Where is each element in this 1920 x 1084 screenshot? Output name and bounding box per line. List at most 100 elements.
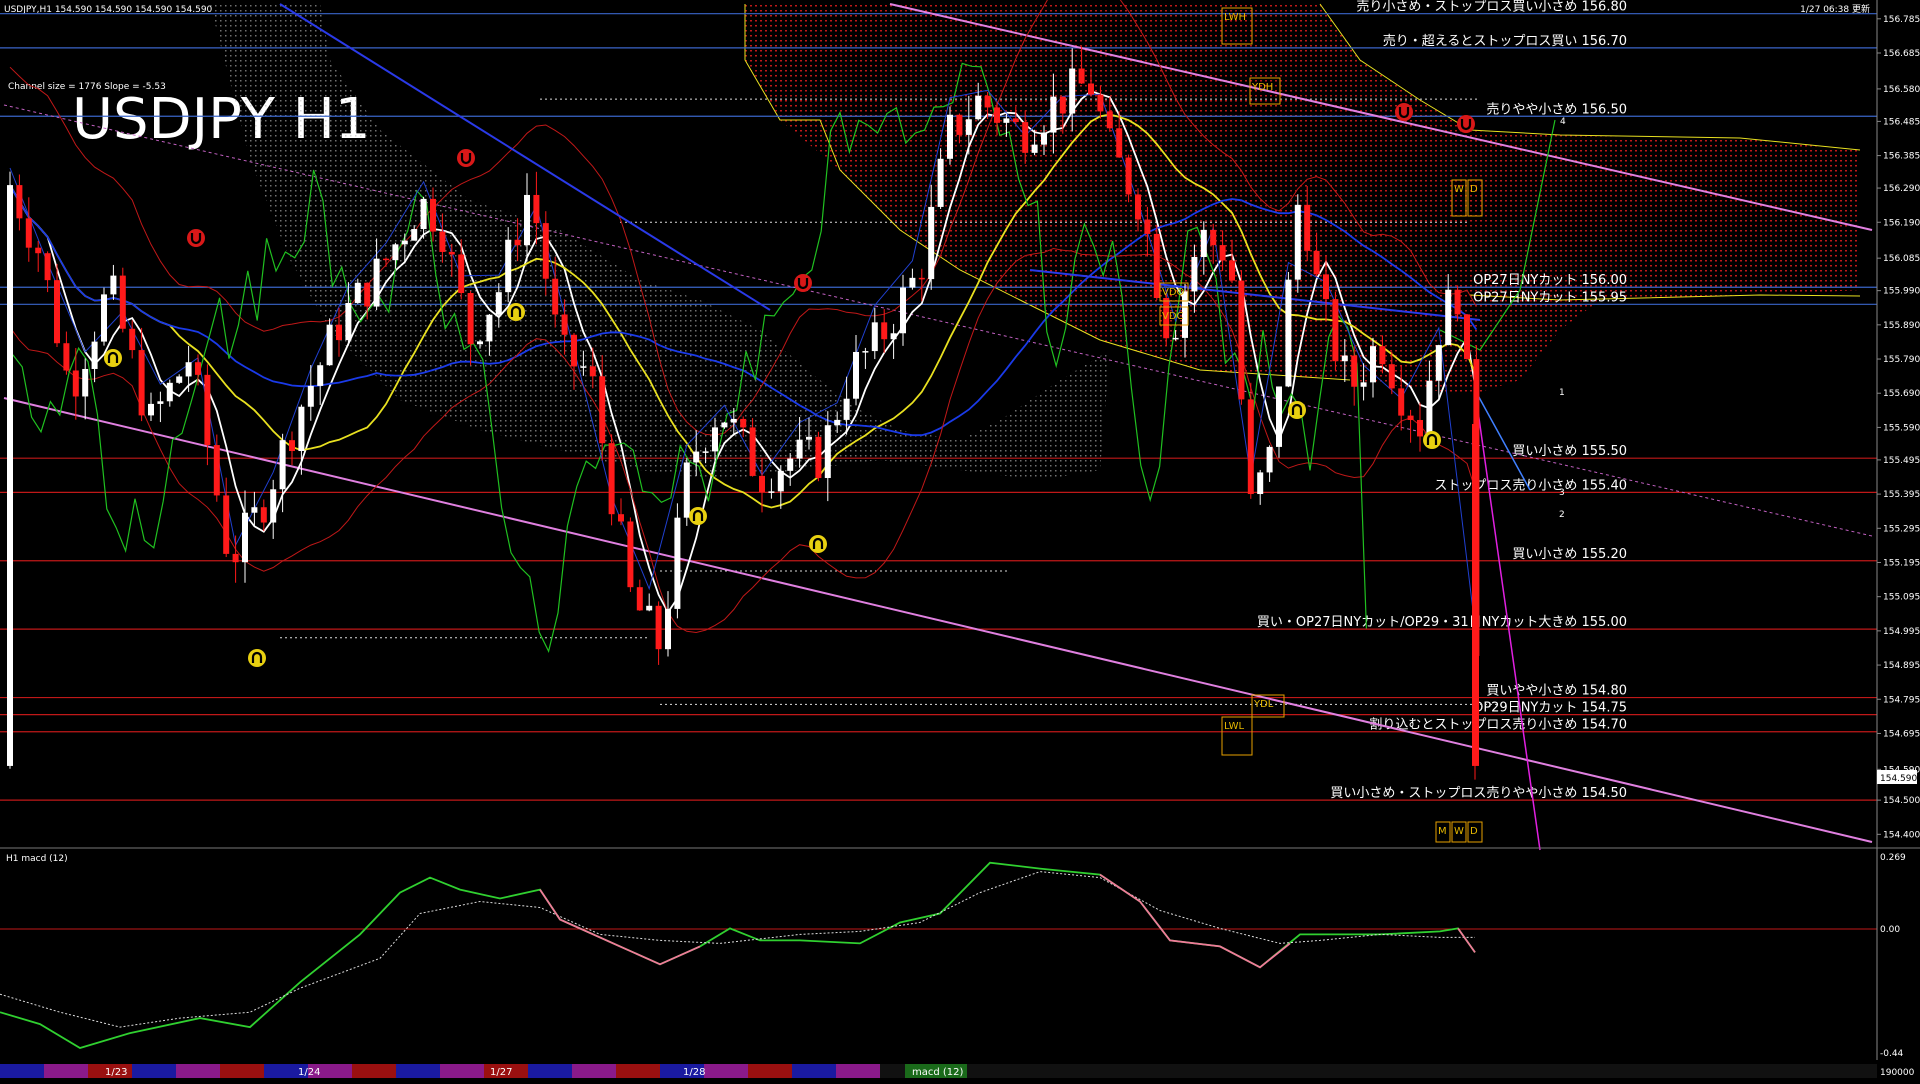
candle-body (260, 507, 267, 523)
candle-body (1069, 68, 1076, 114)
date-strip-segment (220, 1064, 264, 1078)
fractal-disc (1395, 103, 1413, 121)
candle-body (749, 427, 756, 476)
candle-body (834, 419, 841, 426)
price-tick-label: 154.400 (1883, 830, 1920, 840)
candle-body (712, 427, 718, 452)
level-label: 割り込むとストップロス売り小さめ 154.70 (1369, 717, 1627, 733)
candle-body (881, 322, 888, 340)
candle-body (524, 194, 530, 246)
date-label: 1/23 (105, 1067, 127, 1078)
fractal-down-icon (809, 535, 827, 553)
candle-body (317, 365, 324, 386)
candle-body (1351, 355, 1358, 387)
date-strip-segment (748, 1064, 792, 1078)
date-strip-segment (0, 1064, 44, 1078)
candle-body (909, 277, 916, 288)
level-label: ストップロス売り小さめ 155.40 (1434, 477, 1627, 493)
candle-body (1435, 345, 1442, 381)
candle-body (1219, 245, 1226, 261)
candle-body (1464, 314, 1470, 360)
candle-body (1022, 122, 1029, 153)
macd-tick-zero: 0.00 (1880, 925, 1900, 935)
candle-body (1276, 386, 1282, 447)
candle-body (1426, 380, 1433, 437)
candle-body (646, 605, 653, 611)
candle-body (1088, 83, 1094, 95)
candle-body (82, 368, 89, 397)
candle-body (683, 462, 690, 518)
candle-body (918, 277, 925, 280)
candle-body (693, 451, 700, 463)
candle-body (166, 382, 173, 402)
date-strip-tail (880, 1064, 1877, 1078)
candle-body (204, 374, 211, 446)
fractal-disc (1457, 115, 1475, 133)
level-box-label: LWL (1224, 721, 1245, 732)
fractal-disc (104, 349, 122, 367)
fractal-disc (689, 507, 707, 525)
date-strip-segment (440, 1064, 484, 1078)
candle-body (740, 418, 747, 428)
candle-body (965, 119, 972, 135)
candle-body (1050, 96, 1057, 133)
price-tick-label: 156.290 (1883, 184, 1920, 194)
fractal-up-icon (1395, 103, 1413, 121)
last-price-text: 154.590 (1880, 774, 1917, 784)
candle-body (806, 436, 812, 440)
candle-body (759, 475, 765, 492)
candle-body (345, 302, 352, 341)
candle-body (1323, 274, 1329, 300)
date-strip-segment (704, 1064, 748, 1078)
candle-body (975, 95, 982, 120)
price-tick-label: 154.500 (1883, 796, 1920, 806)
candle-body (213, 445, 220, 496)
price-chart-svg[interactable]: USDJPY,H1 154.590 154.590 154.590 154.59… (0, 0, 1920, 1080)
wave-label: 1 (1559, 388, 1565, 398)
candle-body (721, 422, 728, 428)
date-label: 1/24 (298, 1067, 320, 1078)
level-box-label: LWH (1224, 12, 1246, 23)
candle-body (815, 436, 822, 479)
price-tick-label: 156.385 (1883, 152, 1920, 162)
candle-body (702, 451, 709, 453)
price-tick-label: 155.495 (1883, 456, 1920, 466)
candle-body (618, 514, 624, 522)
candle-body (1407, 415, 1414, 420)
candle-body (1238, 280, 1245, 400)
candle-body (947, 114, 953, 159)
candle-body (270, 489, 277, 523)
candle-body (420, 198, 427, 230)
candle-body (251, 507, 258, 513)
candle-body (1257, 472, 1264, 495)
date-label: 1/27 (490, 1067, 512, 1078)
level-label: 売りやや小さめ 156.50 (1486, 101, 1627, 117)
price-tick-label: 156.785 (1883, 15, 1920, 25)
price-tick-label: 155.295 (1883, 524, 1920, 534)
candle-body (1116, 128, 1123, 158)
candle-body (1144, 219, 1151, 234)
candle-body (1304, 204, 1311, 251)
candle-body (1041, 132, 1047, 145)
candle-body (937, 158, 944, 207)
candle-body (401, 240, 408, 245)
price-tick-label: 155.890 (1883, 321, 1920, 331)
macd-label: H1 macd (12) (6, 854, 68, 864)
candle-body (730, 418, 737, 423)
candle-body (232, 553, 239, 563)
wave-label: 4 (1560, 117, 1566, 127)
level-label: 買い・OP27日NYカット/OP29・31日NYカット大きめ 155.00 (1257, 615, 1627, 630)
candle-body (1472, 424, 1479, 766)
candle-body (1200, 229, 1207, 257)
fractal-disc (809, 535, 827, 553)
candle-body (223, 495, 230, 554)
level-box-label: W (1454, 826, 1464, 837)
level-box-label: YDH (1251, 82, 1273, 93)
candle-body (110, 275, 117, 295)
candle-body (1097, 94, 1104, 112)
fractal-down-icon (1288, 401, 1306, 419)
candle-body (1379, 346, 1386, 365)
candle-body (1398, 388, 1405, 416)
candle-body (279, 440, 286, 490)
fractal-down-icon (248, 649, 266, 667)
